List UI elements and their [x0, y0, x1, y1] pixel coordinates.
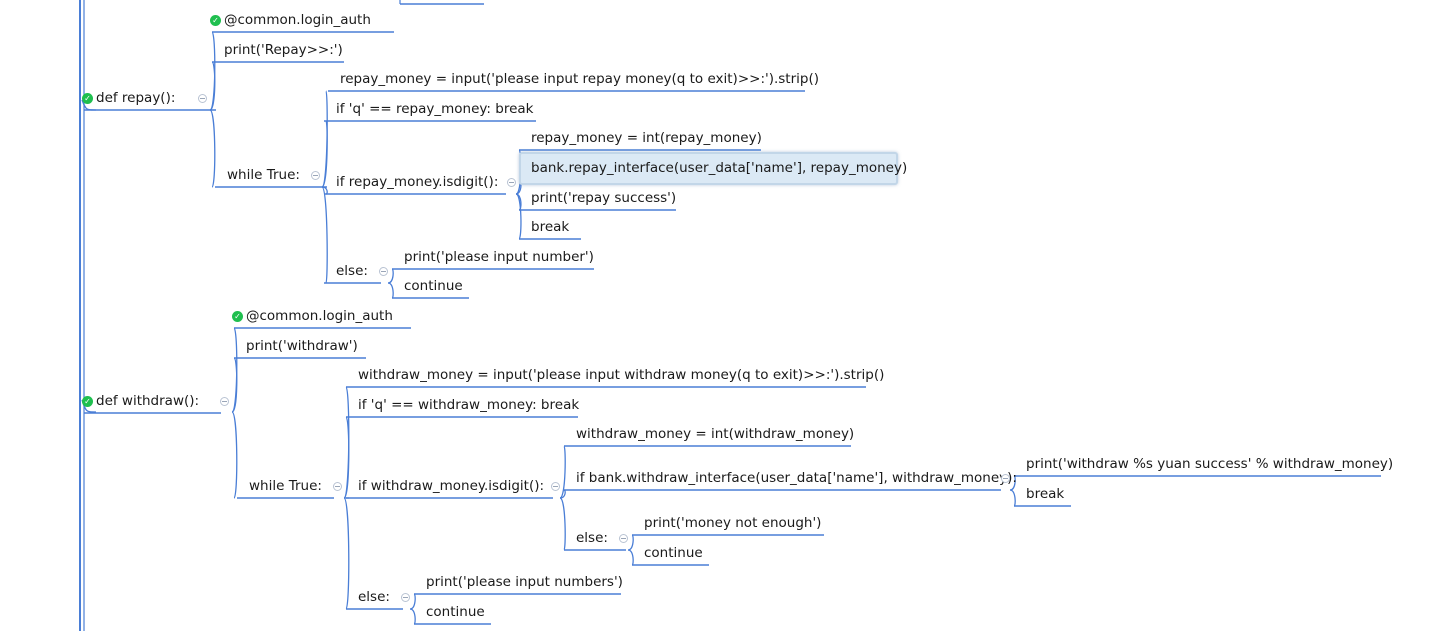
collapse-toggle-icon[interactable] [401, 593, 410, 602]
code-node[interactable]: break [531, 218, 569, 236]
connector-line [409, 593, 416, 610]
connector-line [627, 549, 634, 566]
collapse-toggle-icon[interactable] [311, 171, 320, 180]
code-node[interactable]: print('please input numbers') [426, 573, 623, 591]
loop-node[interactable]: while True: [227, 166, 300, 184]
collapse-toggle-icon[interactable] [379, 267, 388, 276]
code-node[interactable]: print('repay success') [531, 189, 676, 207]
node-label: if bank.withdraw_interface(user_data['na… [576, 470, 1017, 486]
code-node[interactable]: bank.repay_interface(user_data['name'], … [531, 159, 907, 177]
collapse-toggle-icon[interactable] [551, 482, 560, 491]
node-label: break [1026, 486, 1065, 502]
connector-line [1009, 489, 1016, 507]
connector-line [559, 497, 566, 551]
code-node[interactable]: repay_money = int(repay_money) [531, 129, 762, 147]
node-label: @common.login_auth [224, 12, 371, 28]
node-label: print('withdraw %s yuan success' % withd… [1026, 456, 1394, 472]
check-icon: ✓ [232, 311, 243, 322]
node-label: if 'q' == repay_money: break [336, 101, 534, 117]
code-node[interactable]: print('withdraw %s yuan success' % withd… [1026, 455, 1393, 473]
node-label: while True: [249, 478, 322, 494]
code-node[interactable]: withdraw_money = input('please input wit… [358, 366, 884, 384]
connector-line [387, 282, 394, 299]
node-label: def withdraw(): [96, 393, 200, 409]
code-node[interactable]: print('money not enough') [644, 514, 821, 532]
node-label: def repay(): [96, 90, 176, 106]
node-label: break [531, 219, 570, 235]
code-node[interactable]: print('withdraw') [246, 337, 358, 355]
condition-node[interactable]: else: [576, 529, 608, 547]
node-label: repay_money = int(repay_money) [531, 130, 762, 146]
function-node[interactable]: ✓ def repay(): [82, 89, 175, 107]
node-label: repay_money = input('please input repay … [340, 71, 819, 87]
condition-node[interactable]: if repay_money.isdigit(): [336, 173, 498, 191]
node-label: if withdraw_money.isdigit(): [358, 478, 545, 494]
decorator-node[interactable]: ✓ @common.login_auth [210, 11, 371, 29]
collapse-toggle-icon[interactable] [507, 178, 516, 187]
node-label: if 'q' == withdraw_money: break [358, 397, 580, 413]
collapse-toggle-icon[interactable] [198, 94, 207, 103]
node-label: while True: [227, 167, 300, 183]
check-icon: ✓ [82, 396, 93, 407]
connector-line [409, 608, 416, 625]
node-label: print('repay success') [531, 190, 677, 206]
code-node[interactable]: print('Repay>>:') [224, 41, 343, 59]
mind-map-canvas: ✓ @common.login_auth print('Repay>>:') ✓ def… [0, 0, 1439, 631]
node-label: else: [576, 530, 608, 546]
code-node[interactable]: continue [426, 603, 485, 621]
check-icon: ✓ [82, 93, 93, 104]
connector-line [387, 268, 394, 284]
function-node[interactable]: ✓ def withdraw(): [82, 392, 199, 410]
node-label: print('money not enough') [644, 515, 822, 531]
decorator-node[interactable]: ✓ @common.login_auth [232, 307, 393, 325]
code-node[interactable]: print('please input number') [404, 248, 594, 266]
connector-line [321, 186, 328, 284]
check-icon: ✓ [210, 15, 221, 26]
node-label: print('please input numbers') [426, 574, 623, 590]
connector-lines [79, 0, 1381, 631]
node-label: continue [404, 278, 463, 294]
node-label: withdraw_money = int(withdraw_money) [576, 426, 855, 442]
connector-line [343, 497, 350, 610]
collapse-toggle-icon[interactable] [619, 534, 628, 543]
condition-node[interactable]: if withdraw_money.isdigit(): [358, 477, 544, 495]
node-label: continue [426, 604, 485, 620]
connector-line [209, 109, 216, 188]
node-label: bank.repay_interface(user_data['name'], … [531, 160, 908, 176]
node-label: withdraw_money = input('please input wit… [358, 367, 885, 383]
loop-node[interactable]: while True: [249, 477, 322, 495]
code-node[interactable]: withdraw_money = int(withdraw_money) [576, 425, 854, 443]
condition-node[interactable]: else: [336, 262, 368, 280]
code-node[interactable]: continue [644, 544, 703, 562]
code-node[interactable]: continue [404, 277, 463, 295]
node-label: else: [336, 263, 368, 279]
condition-node[interactable]: else: [358, 588, 390, 606]
code-node[interactable]: if 'q' == withdraw_money: break [358, 396, 579, 414]
collapse-toggle-icon[interactable] [1001, 474, 1010, 483]
collapse-toggle-icon[interactable] [220, 397, 229, 406]
node-label: else: [358, 589, 390, 605]
code-node[interactable]: if 'q' == repay_money: break [336, 100, 533, 118]
node-label: print('please input number') [404, 249, 594, 265]
connector-line [627, 534, 634, 551]
code-node[interactable]: break [1026, 485, 1064, 503]
node-label: print('withdraw') [246, 338, 358, 354]
node-label: if repay_money.isdigit(): [336, 174, 499, 190]
connector-line [231, 411, 238, 499]
node-label: @common.login_auth [246, 308, 393, 324]
collapse-toggle-icon[interactable] [333, 482, 342, 491]
node-label: continue [644, 545, 703, 561]
node-label: print('Repay>>:') [224, 42, 343, 58]
code-node[interactable]: repay_money = input('please input repay … [340, 70, 819, 88]
condition-node[interactable]: if bank.withdraw_interface(user_data['na… [576, 469, 1017, 487]
